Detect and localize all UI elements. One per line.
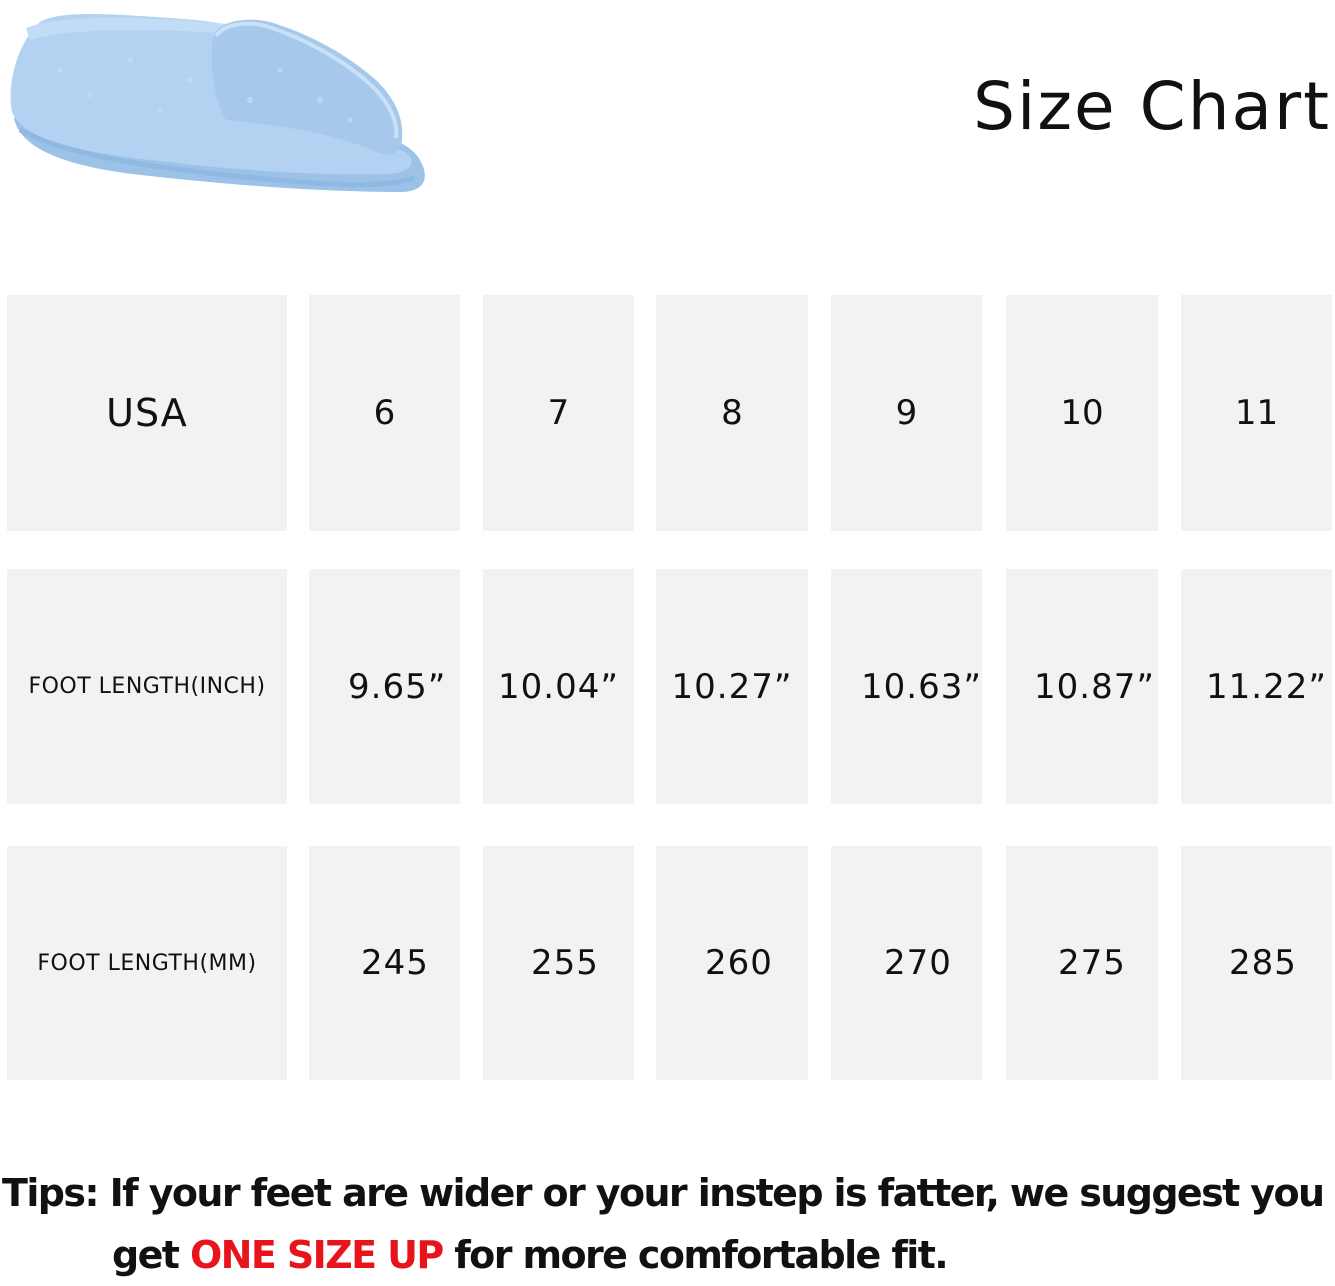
one-size-up-highlight: ONE SIZE UP	[189, 1233, 444, 1277]
row-label-usa: USA	[7, 295, 287, 531]
tips-line-1: Tips: If your feet are wider or your ins…	[2, 1171, 1325, 1215]
table-cell: 11	[1181, 295, 1332, 531]
row-label-foot-length-inch: FOOT LENGTH(INCH)	[7, 569, 287, 804]
tips-line-2-suffix: for more comfortable fit.	[442, 1233, 948, 1277]
table-cell: 8	[656, 295, 808, 531]
table-cell: 7	[483, 295, 634, 531]
table-cell: 260	[656, 846, 808, 1080]
table-cell: 6	[309, 295, 460, 531]
table-cell: 10.87”	[1006, 569, 1158, 804]
tips-note: Tips: If your feet are wider or your ins…	[0, 1162, 1335, 1286]
page-title: Size Chart	[973, 68, 1331, 145]
table-cell: 10	[1006, 295, 1158, 531]
table-cell: 9.65”	[309, 569, 460, 804]
table-cell: 11.22”	[1181, 569, 1332, 804]
table-cell: 275	[1006, 846, 1158, 1080]
tips-line-2-prefix: get	[112, 1233, 190, 1277]
table-cell: 9	[831, 295, 982, 531]
slipper-image	[10, 14, 425, 192]
table-cell: 270	[831, 846, 982, 1080]
table-cell: 255	[483, 846, 634, 1080]
table-cell: 10.63”	[831, 569, 982, 804]
table-cell: 10.04”	[483, 569, 634, 804]
tips-line-2: get ONE SIZE UP for more comfortable fit…	[0, 1224, 1335, 1286]
row-label-foot-length-mm: FOOT LENGTH(MM)	[7, 846, 287, 1080]
table-cell: 10.27”	[656, 569, 808, 804]
table-cell: 245	[309, 846, 460, 1080]
table-cell: 285	[1181, 846, 1332, 1080]
